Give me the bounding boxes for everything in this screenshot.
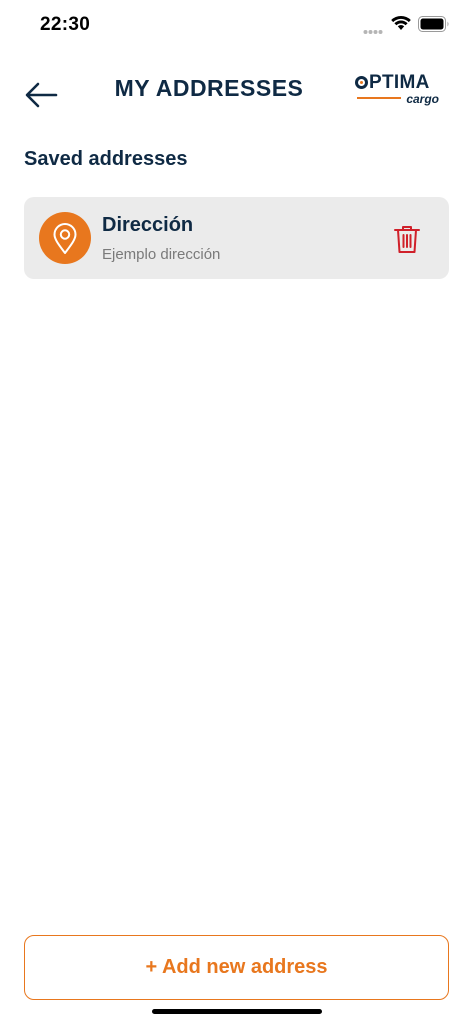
add-new-address-label: + Add new address: [145, 956, 328, 978]
address-detail: Ejemplo dirección: [102, 246, 221, 263]
logo-o-mark: [355, 76, 368, 89]
header: MY ADDRESSES PTIMA cargo: [0, 60, 473, 130]
signal-icon: [363, 22, 383, 40]
logo-main-text: PTIMA: [369, 72, 430, 93]
status-bar: 22:30: [0, 0, 473, 50]
address-name: Dirección: [102, 214, 194, 236]
address-card[interactable]: Dirección Ejemplo dirección: [24, 197, 449, 279]
optima-cargo-logo: PTIMA cargo: [355, 72, 443, 112]
home-indicator: [152, 1009, 322, 1014]
status-time: 22:30: [40, 14, 91, 35]
section-title: Saved addresses: [24, 148, 188, 170]
location-pin-icon: [39, 212, 91, 264]
logo-sub-text: cargo: [406, 92, 439, 106]
delete-address-button[interactable]: [392, 223, 422, 255]
logo-underline: [357, 97, 401, 99]
wifi-icon: [391, 15, 411, 36]
trash-icon: [394, 226, 420, 253]
battery-icon: [418, 16, 450, 37]
add-new-address-button[interactable]: + Add new address: [24, 935, 449, 1000]
